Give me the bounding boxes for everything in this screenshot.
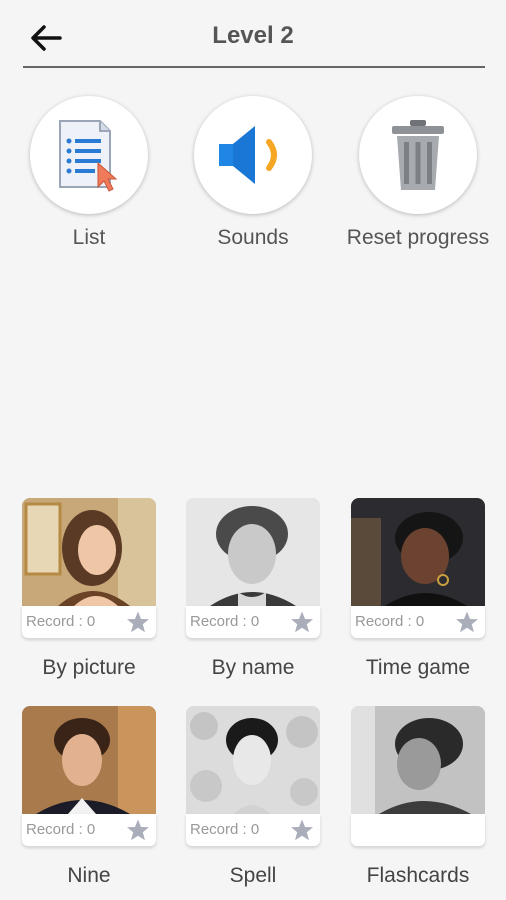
list-label: List bbox=[72, 226, 106, 249]
mode-card-spell[interactable]: Record : 0 bbox=[186, 706, 320, 846]
record-text: Record : 0 bbox=[26, 821, 96, 838]
reset-progress-label: Reset progress bbox=[346, 226, 490, 249]
list-circle bbox=[30, 96, 148, 214]
header-divider bbox=[23, 66, 485, 68]
mode-label: Time game bbox=[365, 656, 471, 679]
portrait-photo bbox=[22, 706, 156, 814]
reset-circle bbox=[359, 96, 477, 214]
sounds-button[interactable]: Sounds bbox=[178, 96, 328, 250]
mode-label: By picture bbox=[42, 656, 136, 679]
portrait-photo bbox=[186, 706, 320, 814]
sounds-circle bbox=[194, 96, 312, 214]
star-icon bbox=[456, 611, 478, 633]
portrait-photo bbox=[22, 498, 156, 606]
list-button[interactable]: List bbox=[14, 96, 164, 250]
star-icon bbox=[291, 611, 313, 633]
star-icon bbox=[127, 819, 149, 841]
portrait-photo bbox=[351, 706, 485, 814]
card-footer: Record : 0 bbox=[186, 606, 320, 638]
page-title: Level 2 bbox=[212, 22, 294, 49]
mode-label: Spell bbox=[229, 864, 277, 887]
mode-card-by-name[interactable]: Record : 0 bbox=[186, 498, 320, 638]
list-document-icon bbox=[59, 120, 118, 192]
portrait-photo bbox=[351, 498, 485, 606]
card-footer: Record : 0 bbox=[22, 606, 156, 638]
portrait-photo bbox=[186, 498, 320, 606]
top-bar: Level 2 bbox=[0, 0, 506, 68]
card-footer bbox=[351, 814, 485, 846]
speaker-icon bbox=[219, 126, 277, 184]
mode-card-flashcards[interactable] bbox=[351, 706, 485, 846]
record-text: Record : 0 bbox=[26, 613, 96, 630]
card-footer: Record : 0 bbox=[22, 814, 156, 846]
record-text: Record : 0 bbox=[355, 613, 425, 630]
record-text: Record : 0 bbox=[190, 613, 260, 630]
mode-card-by-picture[interactable]: Record : 0 bbox=[22, 498, 156, 638]
mode-label: By name bbox=[211, 656, 295, 679]
record-text: Record : 0 bbox=[190, 821, 260, 838]
mode-label: Flashcards bbox=[366, 864, 470, 887]
star-icon bbox=[127, 611, 149, 633]
star-icon bbox=[291, 819, 313, 841]
card-footer: Record : 0 bbox=[186, 814, 320, 846]
mode-card-time-game[interactable]: Record : 0 bbox=[351, 498, 485, 638]
mode-label: Nine bbox=[67, 864, 111, 887]
trash-can-icon bbox=[392, 120, 444, 190]
sounds-label: Sounds bbox=[217, 226, 289, 249]
mode-card-nine[interactable]: Record : 0 bbox=[22, 706, 156, 846]
reset-progress-button[interactable]: Reset progress bbox=[343, 96, 493, 250]
card-footer: Record : 0 bbox=[351, 606, 485, 638]
